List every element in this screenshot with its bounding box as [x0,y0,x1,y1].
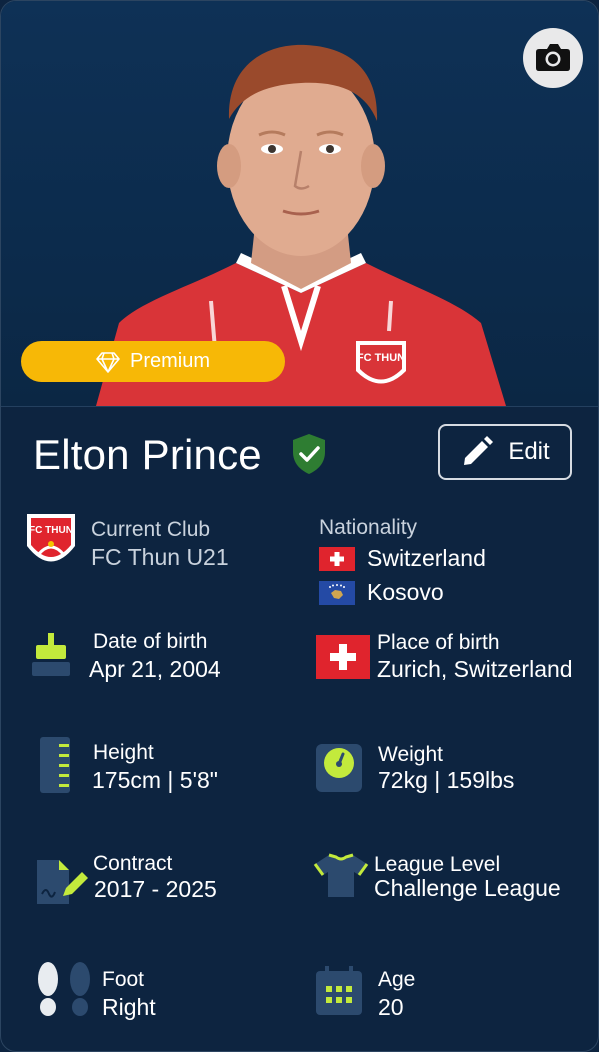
footprints-icon [38,962,90,1016]
dob-label: Date of birth [93,630,208,653]
player-name: Elton Prince [33,431,262,478]
camera-button[interactable] [523,28,583,88]
pob-value: Zurich, Switzerland [377,656,573,682]
league-label: League Level [374,853,501,876]
kosovo-flag-icon [319,580,355,605]
swiss-flag-icon [319,546,355,571]
contract-value: 2017 - 2025 [94,876,217,902]
club-logo-text: FC THUN [29,525,73,536]
nationality-item: Kosovo [319,579,444,606]
premium-badge[interactable]: Premium [21,341,285,382]
premium-label: Premium [129,350,210,372]
contract-label: Contract [93,852,173,875]
club-value[interactable]: FC Thun U21 [91,544,229,571]
foot-label: Foot [102,968,145,991]
swiss-flag-icon [316,635,370,679]
camera-icon [536,44,570,71]
contract-icon [37,860,88,904]
club-label: Current Club [91,518,211,541]
weight-label: Weight [378,743,443,766]
pencil-icon [464,436,494,465]
pob-label: Place of birth [377,631,500,654]
age-value: 20 [378,994,404,1020]
nationality-label: Nationality [319,516,418,539]
jersey-icon [313,853,369,897]
height-label: Height [93,741,154,764]
divider [1,406,598,407]
ruler-icon [40,737,70,793]
nationality-name: Kosovo [367,579,444,605]
club-logo-icon: FC THUN [27,514,75,562]
calendar-icon [316,966,362,1015]
birthday-cake-icon [32,633,70,676]
nationality-name: Switzerland [367,545,486,571]
weight-value: 72kg | 159lbs [378,767,515,793]
edit-button[interactable]: Edit [438,424,572,480]
diamond-icon [96,351,120,373]
dob-value: Apr 21, 2004 [89,656,221,682]
player-profile-card: FC THUN Premium Elton Prince Edit FC THU… [0,0,599,1052]
foot-value: Right [102,994,156,1020]
svg-text:FC THUN: FC THUN [357,352,405,364]
nationality-item: Switzerland [319,545,486,572]
league-value: Challenge League [374,875,561,901]
edit-label: Edit [508,438,550,465]
verified-shield-icon [293,434,325,474]
weight-scale-icon [316,744,362,792]
age-label: Age [378,968,416,991]
height-value: 175cm | 5'8" [92,767,218,793]
